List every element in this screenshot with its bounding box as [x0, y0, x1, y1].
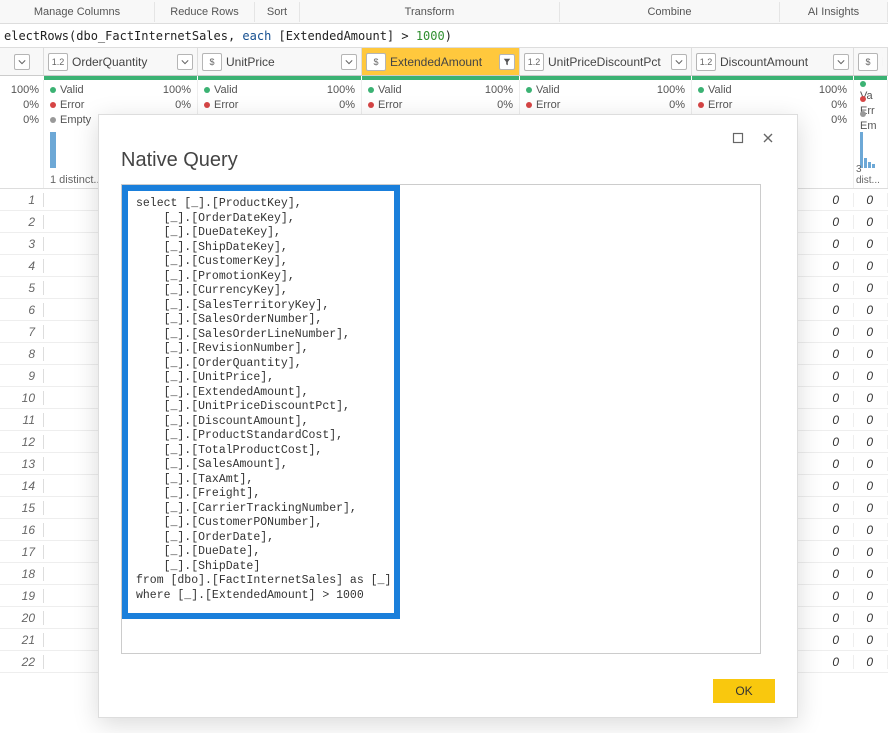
- cell-last[interactable]: 0: [854, 413, 888, 427]
- table-menu-button[interactable]: [14, 54, 30, 70]
- column-label: ExtendedAmount: [390, 55, 499, 69]
- row-index: 14: [0, 479, 44, 493]
- row-index: 5: [0, 281, 44, 295]
- native-query-dialog: Native Query select [_].[ProductKey], [_…: [98, 114, 798, 718]
- filter-dropdown-icon[interactable]: [833, 54, 849, 70]
- ribbon-group-reduce-rows: Reduce Rows: [155, 2, 255, 22]
- stat-pct-0a: 0%: [23, 99, 39, 111]
- formula-keyword: each: [242, 29, 271, 43]
- row-index: 16: [0, 523, 44, 537]
- row-index: 11: [0, 413, 44, 427]
- column-label: UnitPrice: [226, 55, 341, 69]
- row-index: 1: [0, 193, 44, 207]
- cell-last[interactable]: 0: [854, 479, 888, 493]
- column-label: OrderQuantity: [72, 55, 177, 69]
- cell-last[interactable]: 0: [854, 347, 888, 361]
- dist-last: 3 dist...: [854, 129, 888, 188]
- formula-bar[interactable]: electRows(dbo_FactInternetSales, each [E…: [0, 24, 888, 48]
- decimal-type-icon[interactable]: 1.2: [696, 53, 716, 71]
- column-header-extendedamount[interactable]: $ ExtendedAmount: [362, 48, 520, 75]
- cell-last[interactable]: 0: [854, 193, 888, 207]
- column-label: Pr: [882, 55, 883, 69]
- ribbon-group-transform: Transform: [300, 2, 560, 22]
- column-headers-row: 1.2 OrderQuantity $ UnitPrice $ ExtendedAmoun…: [0, 48, 888, 76]
- row-index: 13: [0, 457, 44, 471]
- column-header-unitpricediscountpct[interactable]: 1.2 UnitPriceDiscountPct: [520, 48, 692, 75]
- column-label: DiscountAmount: [720, 55, 833, 69]
- cell-last[interactable]: 0: [854, 237, 888, 251]
- ribbon-group-combine: Combine: [560, 2, 780, 22]
- cell-last[interactable]: 0: [854, 589, 888, 603]
- ribbon-group-ai-insights: AI Insights: [780, 2, 888, 22]
- currency-type-icon[interactable]: $: [366, 53, 386, 71]
- cell-last[interactable]: 0: [854, 369, 888, 383]
- filter-active-icon[interactable]: [499, 54, 515, 70]
- row-index: 22: [0, 655, 44, 669]
- row-index: 21: [0, 633, 44, 647]
- row-index: 17: [0, 545, 44, 559]
- column-header-discountamount[interactable]: 1.2 DiscountAmount: [692, 48, 854, 75]
- ok-button[interactable]: OK: [713, 679, 775, 703]
- cell-last[interactable]: 0: [854, 523, 888, 537]
- column-header-pr[interactable]: $ Pr: [854, 48, 888, 75]
- formula-suffix: ): [445, 29, 452, 43]
- cell-last[interactable]: 0: [854, 281, 888, 295]
- filter-dropdown-icon[interactable]: [671, 54, 687, 70]
- column-label: UnitPriceDiscountPct: [548, 55, 671, 69]
- row-index: 4: [0, 259, 44, 273]
- column-header-unitprice[interactable]: $ UnitPrice: [198, 48, 362, 75]
- row-index: 7: [0, 325, 44, 339]
- cell-last[interactable]: 0: [854, 303, 888, 317]
- formula-field: [ExtendedAmount] >: [271, 29, 416, 43]
- distinct-label-1: 1 distinct...: [50, 174, 103, 186]
- row-index: 15: [0, 501, 44, 515]
- stats-pr: VaErrEm: [854, 80, 888, 129]
- row-index: 10: [0, 391, 44, 405]
- row-index: 2: [0, 215, 44, 229]
- cell-last[interactable]: 0: [854, 259, 888, 273]
- row-index: 12: [0, 435, 44, 449]
- cell-last[interactable]: 0: [854, 545, 888, 559]
- stat-pct-100: 100%: [11, 84, 39, 96]
- row-index: 9: [0, 369, 44, 383]
- row-index: 20: [0, 611, 44, 625]
- filter-dropdown-icon[interactable]: [177, 54, 193, 70]
- query-highlight-box: select [_].[ProductKey], [_].[OrderDateK…: [122, 185, 400, 619]
- query-text-container: select [_].[ProductKey], [_].[OrderDateK…: [121, 184, 761, 654]
- formula-number: 1000: [416, 29, 445, 43]
- column-header-orderquantity[interactable]: 1.2 OrderQuantity: [44, 48, 198, 75]
- cell-last[interactable]: 0: [854, 655, 888, 669]
- cell-last[interactable]: 0: [854, 501, 888, 515]
- decimal-type-icon[interactable]: 1.2: [48, 53, 68, 71]
- ribbon-group-sort: Sort: [255, 2, 300, 22]
- currency-type-icon[interactable]: $: [858, 53, 878, 71]
- decimal-type-icon[interactable]: 1.2: [524, 53, 544, 71]
- close-icon[interactable]: [761, 131, 775, 145]
- cell-last[interactable]: 0: [854, 457, 888, 471]
- filter-dropdown-icon[interactable]: [341, 54, 357, 70]
- distinct-label-3: 3 dist...: [856, 164, 887, 186]
- row-index: 6: [0, 303, 44, 317]
- dialog-title: Native Query: [121, 149, 775, 172]
- formula-text-prefix: electRows(dbo_FactInternetSales,: [4, 29, 242, 43]
- cell-last[interactable]: 0: [854, 391, 888, 405]
- maximize-icon[interactable]: [731, 131, 745, 145]
- row-index: 19: [0, 589, 44, 603]
- cell-last[interactable]: 0: [854, 611, 888, 625]
- row-index: 18: [0, 567, 44, 581]
- cell-last[interactable]: 0: [854, 435, 888, 449]
- ribbon-group-labels: Manage Columns Reduce Rows Sort Transfor…: [0, 0, 888, 24]
- cell-last[interactable]: 0: [854, 215, 888, 229]
- stat-pct-0b: 0%: [23, 114, 39, 126]
- native-sql-text[interactable]: select [_].[ProductKey], [_].[OrderDateK…: [136, 197, 386, 603]
- cell-last[interactable]: 0: [854, 567, 888, 581]
- ribbon-group-manage-columns: Manage Columns: [0, 2, 155, 22]
- cell-last[interactable]: 0: [854, 325, 888, 339]
- cell-last[interactable]: 0: [854, 633, 888, 647]
- row-index: 8: [0, 347, 44, 361]
- row-index: 3: [0, 237, 44, 251]
- currency-type-icon[interactable]: $: [202, 53, 222, 71]
- row-header-corner[interactable]: [0, 48, 44, 75]
